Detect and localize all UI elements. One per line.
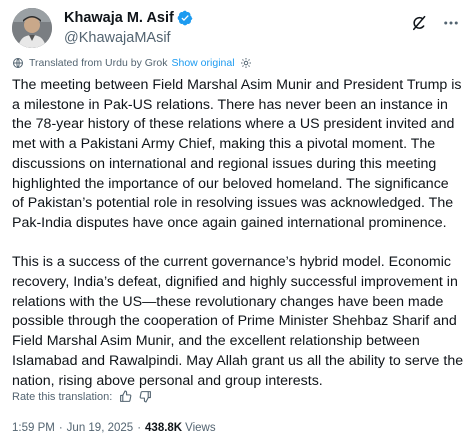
tweet-text: The meeting between Field Marshal Asim M… <box>12 76 464 411</box>
views-count[interactable]: 438.8K <box>145 422 182 434</box>
user-handle[interactable]: @KhawajaMAsif <box>64 30 193 46</box>
views-label: Views <box>185 422 216 434</box>
globe-icon <box>12 57 24 69</box>
author-header: Khawaja M. Asif @KhawajaMAsif <box>64 8 193 46</box>
translation-notice: Translated from Urdu by Grok Show origin… <box>12 57 252 69</box>
tweet-paragraph: The meeting between Field Marshal Asim M… <box>12 77 462 231</box>
verified-badge-icon[interactable] <box>177 10 193 26</box>
display-name[interactable]: Khawaja M. Asif <box>64 10 174 26</box>
tweet-time[interactable]: 1:59 PM <box>12 422 55 434</box>
avatar[interactable] <box>12 8 52 48</box>
rate-translation: Rate this translation: <box>12 390 152 403</box>
tweet-paragraph: This is a success of the current governa… <box>12 254 464 389</box>
show-original-link[interactable]: Show original <box>172 57 235 69</box>
thumbs-up-icon[interactable] <box>119 390 132 403</box>
tweet-meta: 1:59 PM · Jun 19, 2025 · 438.8K Views <box>12 422 216 434</box>
settings-gear-icon[interactable] <box>240 57 252 69</box>
more-dots-icon[interactable] <box>442 14 460 32</box>
meta-separator: · <box>58 422 63 434</box>
grok-icon[interactable] <box>410 14 428 32</box>
tweet-date[interactable]: Jun 19, 2025 <box>67 422 134 434</box>
tweet-actions-top <box>410 14 460 32</box>
translation-label: Translated from Urdu by Grok <box>29 57 168 69</box>
rate-label: Rate this translation: <box>12 390 113 403</box>
thumbs-down-icon[interactable] <box>139 390 152 403</box>
meta-separator: · <box>137 422 142 434</box>
